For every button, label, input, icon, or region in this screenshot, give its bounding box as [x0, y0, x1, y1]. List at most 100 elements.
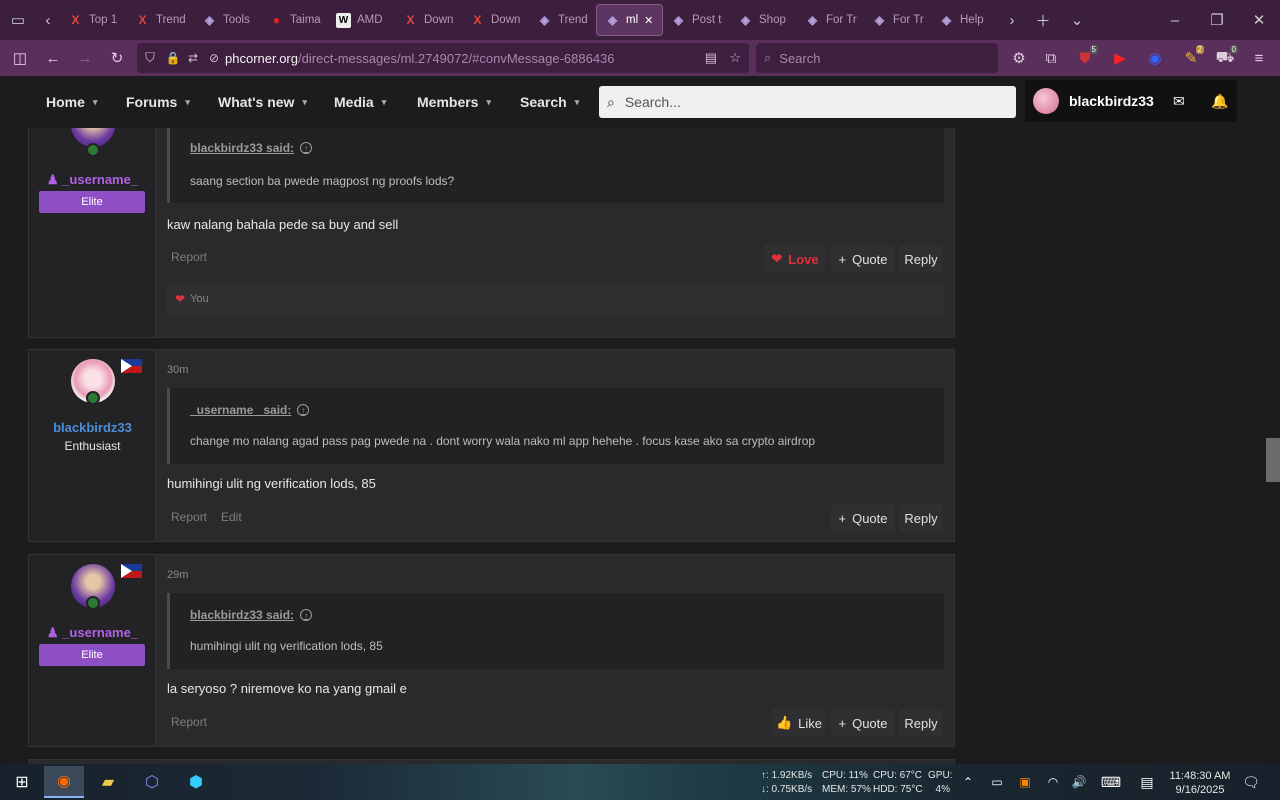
app-icon[interactable]: ⬢	[176, 766, 216, 798]
scrollbar-thumb[interactable]	[1266, 438, 1280, 482]
quote-button[interactable]: + Quote	[831, 504, 895, 532]
tray-app-icon[interactable]: ▣	[1012, 766, 1038, 798]
browser-tab[interactable]: ● Taima	[261, 4, 328, 36]
account-box[interactable]: blackbirdz33 ✉ 🔔	[1025, 80, 1237, 122]
start-icon[interactable]: ⊞	[2, 766, 42, 798]
notifications-icon[interactable]: 🗨	[1236, 766, 1266, 798]
inbox-icon[interactable]: ✉	[1173, 93, 1185, 110]
chevron-up-icon[interactable]: ⌃	[954, 766, 982, 798]
reload-icon[interactable]: ↻	[102, 43, 132, 73]
jump-up-icon[interactable]: ↑	[300, 142, 313, 154]
browser-tab[interactable]: ◈ ml ✕	[596, 4, 663, 36]
extension-cart-icon[interactable]: ⛟ 0	[1210, 43, 1240, 73]
keyboard-icon[interactable]: ⌨	[1096, 766, 1126, 798]
reply-button[interactable]: Reply	[899, 709, 943, 737]
quote-button[interactable]: + Quote	[831, 245, 895, 273]
tab-list-chevron-icon[interactable]: ⌄	[1060, 4, 1094, 36]
browser-tab[interactable]: ◈ Trend	[529, 4, 596, 36]
browser-tab[interactable]: ◈ For Tr	[864, 4, 931, 36]
wifi-icon[interactable]: ◠	[1040, 766, 1066, 798]
forward-icon[interactable]: →	[70, 43, 100, 73]
file-explorer-icon[interactable]: ▰	[88, 766, 128, 798]
permissions-icon[interactable]: ⇄	[183, 51, 203, 65]
browser-tab[interactable]: W AMD	[328, 4, 395, 36]
battery-icon[interactable]: ▭	[984, 766, 1010, 798]
reply-button[interactable]: Reply	[899, 245, 943, 273]
jump-up-icon[interactable]: ↑	[300, 609, 313, 621]
browser-tab[interactable]: X Trend	[127, 4, 194, 36]
jump-up-icon[interactable]: ↑	[297, 404, 310, 416]
tracking-icon[interactable]: ⊘	[203, 51, 225, 65]
browser-tab[interactable]: X Down	[462, 4, 529, 36]
restore-icon[interactable]: ❐	[1196, 4, 1238, 36]
nav-home[interactable]: Home ▾	[46, 76, 97, 128]
quote-author[interactable]: _username_ said: ↑	[190, 403, 310, 417]
message-time[interactable]: 30m	[167, 364, 188, 376]
author-username[interactable]: blackbirdz33	[29, 420, 156, 435]
x-icon: X	[473, 13, 482, 27]
bell-icon[interactable]: 🔔	[1211, 93, 1228, 110]
message-time[interactable]: 29m	[167, 569, 188, 581]
thumbs-up-icon: 👍	[775, 715, 793, 730]
shield-icon[interactable]: ⛉	[137, 50, 163, 66]
extension-pencil-icon[interactable]: ✎ 2	[1176, 43, 1206, 73]
quote-author[interactable]: blackbirdz33 said: ↑	[190, 141, 313, 155]
lock-icon[interactable]: 🔒	[163, 51, 183, 65]
nav-members[interactable]: Members ▾	[417, 76, 491, 128]
firefox-icon[interactable]: ◉	[44, 766, 84, 798]
close-window-icon[interactable]: ✕	[1238, 4, 1280, 36]
extensions-puzzle-icon[interactable]: ⧉	[1036, 43, 1066, 73]
report-link[interactable]: Report	[171, 715, 207, 729]
net-stats: ↑: 1.92KB/s ↓: 0.75KB/s	[761, 769, 812, 797]
bookmark-star-icon[interactable]: ☆	[729, 50, 741, 66]
browser-tab-label: Top 1	[89, 14, 118, 26]
youtube-icon[interactable]: ▶	[1105, 43, 1135, 73]
vpn-icon[interactable]: ⬡	[132, 766, 172, 798]
love-button[interactable]: ❤ Love	[764, 245, 826, 273]
browser-tab[interactable]: X Top 1	[60, 4, 127, 36]
nav-forums[interactable]: Forums ▾	[126, 76, 190, 128]
nav-whats-new[interactable]: What's new ▾	[218, 76, 307, 128]
tab-overview-icon[interactable]: ▭	[0, 4, 36, 36]
clock[interactable]: 11:48:30 AM 9/16/2025	[1168, 769, 1232, 797]
nav-media-label: Media	[334, 94, 374, 110]
like-button[interactable]: 👍 Like	[772, 709, 826, 737]
author-username[interactable]: ♟ _username_	[29, 625, 156, 641]
reply-label: Reply	[904, 715, 938, 731]
reply-button[interactable]: Reply	[899, 504, 943, 532]
volume-icon[interactable]: 🔊	[1066, 766, 1092, 798]
nav-media[interactable]: Media ▾	[334, 76, 386, 128]
browser-tab[interactable]: X Down	[395, 4, 462, 36]
tab-scroll-left-icon[interactable]: ‹	[36, 4, 60, 36]
tab-scroll-right-icon[interactable]: ›	[998, 4, 1026, 36]
extension-blue-icon[interactable]: ◉	[1140, 43, 1170, 73]
browser-tab[interactable]: ◈ Tools	[194, 4, 261, 36]
sidebar-toggle-icon[interactable]: ◫	[5, 43, 35, 73]
tab-strip: X Top 1 X Trend ◈ Tools ● Taima W AMD X Down X Down ◈ T…	[60, 4, 998, 36]
author-username[interactable]: ♟ _username_	[29, 172, 156, 188]
ublock-icon[interactable]: ⛊ 5	[1070, 43, 1100, 73]
url-bar[interactable]: ⛉ 🔒 ⇄ ⊘ phcorner.org/direct-messages/ml.…	[137, 43, 749, 73]
extension-1-icon[interactable]: ⚙	[1004, 43, 1034, 73]
quote-author[interactable]: blackbirdz33 said: ↑	[190, 608, 313, 622]
new-tab-icon[interactable]: ＋	[1026, 4, 1060, 36]
report-link[interactable]: Report	[171, 250, 207, 264]
report-link[interactable]: Report	[171, 510, 207, 524]
reader-mode-icon[interactable]: ▤	[705, 50, 717, 66]
task-view-icon[interactable]: ▤	[1132, 766, 1162, 798]
menu-icon[interactable]: ≡	[1244, 43, 1274, 73]
browser-tab[interactable]: ◈ Help	[931, 4, 998, 36]
browser-search-box[interactable]: ⌕ Search	[756, 43, 998, 73]
browser-tab[interactable]: ◈ Post t	[663, 4, 730, 36]
reaction-bar[interactable]: ❤ You	[167, 283, 944, 315]
close-tab-icon[interactable]: ✕	[644, 14, 653, 27]
quote-button[interactable]: + Quote	[831, 709, 895, 737]
edit-link[interactable]: Edit	[221, 510, 242, 524]
message-1: ♟ _username_ Elite blackbirdz33 said: ↑ s…	[28, 128, 955, 338]
nav-search[interactable]: Search ▾	[520, 76, 579, 128]
browser-tab[interactable]: ◈ Shop	[730, 4, 797, 36]
minimize-icon[interactable]: –	[1154, 4, 1196, 36]
browser-tab[interactable]: ◈ For Tr	[797, 4, 864, 36]
back-icon[interactable]: ←	[38, 43, 68, 73]
site-search-input[interactable]: ⌕ Search...	[599, 86, 1016, 118]
